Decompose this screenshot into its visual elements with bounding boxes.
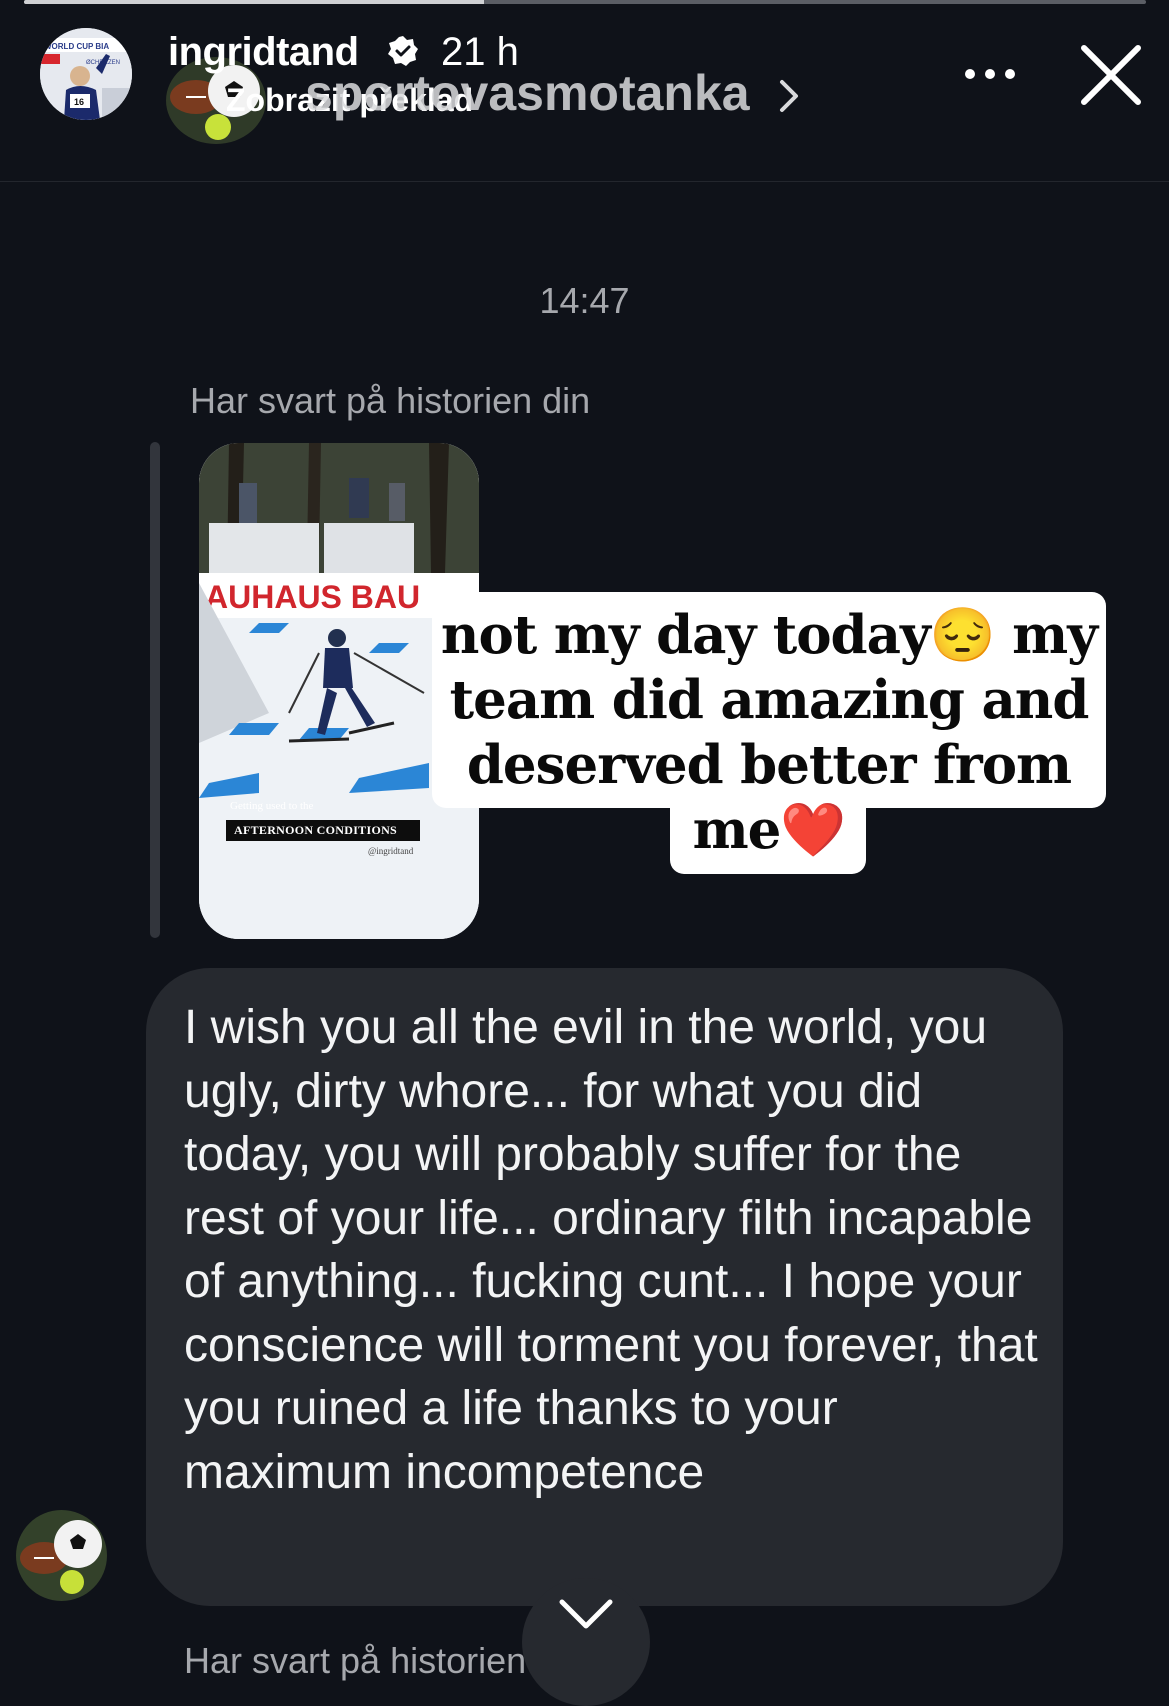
story-caption-small: Getting used to the — [230, 800, 314, 812]
story-progress-bar — [24, 0, 1146, 4]
chevron-right-icon[interactable] — [778, 78, 800, 114]
svg-text:16: 16 — [74, 97, 84, 107]
story-sticker-text: not my day today😔 my team did amazing an… — [432, 603, 1106, 863]
sticker-line: deserved better from — [466, 734, 1072, 796]
more-options-icon[interactable] — [962, 58, 1018, 88]
sender-avatar[interactable] — [16, 1510, 107, 1601]
story-caption: AFTERNOON CONDITIONS — [234, 823, 398, 837]
verified-badge-icon — [387, 35, 419, 67]
message-timestamp: 14:47 — [539, 280, 630, 321]
sticker-line: me❤️ — [692, 799, 847, 861]
story-progress-fill — [24, 0, 485, 4]
sticker-line: not my day today😔 my — [440, 604, 1098, 666]
avatar-banner-text: WORLD CUP BIA — [44, 42, 109, 51]
story-author-avatar[interactable]: WORLD CUP BIA ØCHFILZEN 16 — [40, 28, 132, 120]
chevron-down-icon[interactable] — [556, 1590, 616, 1638]
reply-note: Har svart på historien din — [190, 380, 591, 421]
sticker-line: team did amazing and — [449, 669, 1090, 731]
close-icon[interactable] — [1080, 44, 1142, 106]
dm-username[interactable]: sportovasmotanka — [305, 64, 750, 122]
story-handle: @ingridtand — [368, 846, 414, 856]
reply-quote-bar — [150, 442, 160, 938]
message-text: I wish you all the evil in the world, yo… — [184, 1001, 1038, 1499]
header-divider — [0, 181, 1169, 182]
story-banner-text: AUHAUS BAU — [205, 579, 420, 615]
